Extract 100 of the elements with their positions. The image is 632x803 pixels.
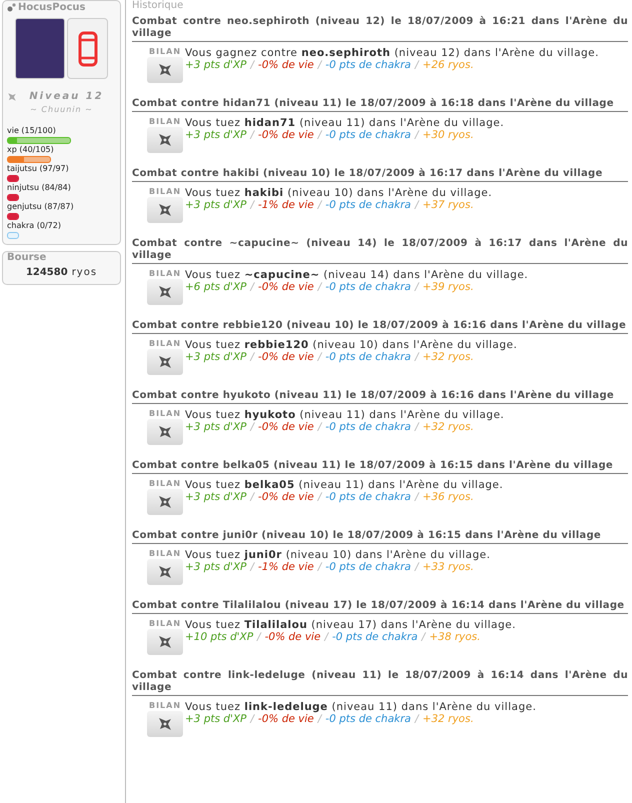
stat-label: taijutsu (97/97) (7, 164, 69, 174)
separator-slash: / (318, 713, 322, 725)
separator-slash: / (318, 129, 322, 141)
combat-heading: Combat contre hyukoto (niveau 11) le 18/07/2009 à 16:16 dans l'Arène du village (132, 390, 628, 404)
ryos-gain: +32 ryos. (422, 421, 474, 433)
separator-slash: / (422, 631, 426, 643)
chakra-change: -0 pts de chakra (325, 713, 411, 725)
ryos-gain: +39 ryos. (422, 281, 474, 293)
xp-gain: +3 pts d'XP (185, 199, 246, 211)
shuriken-icon (157, 494, 173, 510)
bilan-label: BILAN (148, 47, 182, 57)
ryos-gain: +32 ryos. (422, 713, 474, 725)
chakra-change: -0 pts de chakra (325, 199, 411, 211)
separator-slash: / (250, 199, 254, 211)
combat-result: Vous gagnez contre neo.sephiroth (niveau 12) dans l'Arène du village. (185, 47, 599, 59)
level-text: Niveau 12 (28, 90, 105, 104)
separator-slash: / (318, 59, 322, 71)
shuriken-icon (157, 564, 173, 580)
combat-heading: Combat contre neo.sephiroth (niveau 12) le 18/07/2009 à 16:21 dans l'Arène du village (132, 16, 628, 42)
stat-label: chakra (0/72) (7, 221, 61, 231)
combat-heading: Combat contre rebbie120 (niveau 10) le 18/07/2009 à 16:16 dans l'Arène du village (132, 320, 628, 334)
separator-slash: / (414, 59, 419, 71)
separator-slash: / (250, 713, 254, 725)
bourse-title: Bourse (7, 251, 48, 265)
xp-gain: +10 pts d'XP (185, 631, 254, 643)
ryos-gain: +30 ryos. (422, 129, 474, 141)
separator-slash: / (250, 421, 254, 433)
rank-text: ~ Chuunin ~ (29, 104, 94, 116)
shuriken-icon (157, 424, 173, 440)
xp-gain: +6 pts d'XP (185, 281, 246, 293)
separator-slash: / (250, 561, 254, 573)
combat-heading: Combat contre belka05 (niveau 11) le 18/07/2009 à 16:15 dans l'Arène du village (132, 460, 628, 474)
bilan-label: BILAN (148, 409, 182, 419)
bilan-label: BILAN (148, 619, 182, 629)
ryos-gain: +32 ryos. (422, 351, 474, 363)
ryos-amount: 124580 (26, 266, 68, 280)
xp-gain: +3 pts d'XP (185, 351, 246, 363)
combat-heading: Combat contre ~capucine~ (niveau 14) le 18/07/2009 à 16:17 dans l'Arène du village (132, 238, 628, 264)
ryos-gain: +26 ryos. (422, 59, 474, 71)
shuriken-icon (157, 132, 173, 148)
separator-slash: / (414, 351, 419, 363)
separator-slash: / (318, 421, 322, 433)
health-change: -0% de vie (258, 351, 314, 363)
separator-slash: / (324, 631, 328, 643)
bilan-label: BILAN (148, 339, 182, 349)
ryos-gain: +38 ryos. (429, 631, 480, 643)
separator-slash: / (414, 713, 419, 725)
separator-slash: / (414, 421, 419, 433)
health-change: -1% de vie (258, 561, 314, 573)
bilan-label: BILAN (148, 117, 182, 127)
separator-slash: / (250, 491, 254, 503)
chakra-change: -0 pts de chakra (325, 129, 411, 141)
xp-gain: +3 pts d'XP (185, 421, 246, 433)
bilan-label: BILAN (148, 269, 182, 279)
separator-slash: / (414, 281, 419, 293)
shuriken-icon (157, 62, 173, 78)
health-change: -0% de vie (258, 421, 314, 433)
history-title: Historique (132, 0, 184, 11)
username: HocusPocus (18, 1, 86, 15)
ryos-unit: ryos (72, 266, 98, 280)
health-change: -0% de vie (258, 713, 314, 725)
bilan-label: BILAN (148, 187, 182, 197)
ryos-gain: +36 ryos. (422, 491, 474, 503)
health-change: -0% de vie (258, 129, 314, 141)
stat-label: xp (40/105) (7, 145, 54, 155)
chakra-change: -0 pts de chakra (332, 631, 418, 643)
separator-slash: / (250, 351, 254, 363)
separator-slash: / (414, 491, 419, 503)
separator-slash: / (318, 351, 322, 363)
combat-heading: Combat contre hidan71 (niveau 11) le 18/07/2009 à 16:18 dans l'Arène du village (132, 98, 628, 112)
stat-label: vie (15/100) (7, 126, 56, 136)
stat-label: ninjutsu (84/84) (7, 183, 71, 193)
health-change: -0% de vie (264, 631, 321, 643)
shuriken-icon (157, 284, 173, 300)
combat-result: Vous tuez link-ledeluge (niveau 11) dans l'Arène du village. (185, 701, 536, 713)
scroll-icon (78, 30, 98, 66)
xp-gain: +3 pts d'XP (185, 561, 246, 573)
combat-result: Vous tuez hidan71 (niveau 11) dans l'Arène du village. (185, 117, 504, 129)
combat-result: Vous tuez hakibi (niveau 10) dans l'Arène du village. (185, 187, 492, 199)
bilan-label: BILAN (148, 479, 182, 489)
shuriken-icon (157, 354, 173, 370)
xp-gain: +3 pts d'XP (185, 59, 246, 71)
separator-slash: / (318, 561, 322, 573)
health-change: -0% de vie (258, 59, 314, 71)
combat-result: Vous tuez belka05 (niveau 11) dans l'Arène du village. (185, 479, 504, 491)
separator-slash: / (318, 281, 322, 293)
chakra-change: -0 pts de chakra (325, 351, 411, 363)
separator-slash: / (318, 199, 322, 211)
combat-result: Vous tuez juni0r (niveau 10) dans l'Arène du village. (185, 549, 490, 561)
combat-heading: Combat contre hakibi (niveau 10) le 18/07/2009 à 16:17 dans l'Arène du village (132, 168, 628, 182)
combat-heading: Combat contre juni0r (niveau 10) le 18/07/2009 à 16:15 dans l'Arène du village (132, 530, 628, 544)
separator-slash: / (414, 561, 419, 573)
combat-result: Vous tuez ~capucine~ (niveau 14) dans l'Arène du village. (185, 269, 528, 281)
separator-slash: / (414, 129, 419, 141)
shuriken-icon (157, 202, 173, 218)
ryos-gain: +37 ryos. (422, 199, 474, 211)
bilan-label: BILAN (148, 701, 182, 711)
ryos-gain: +33 ryos. (422, 561, 474, 573)
chakra-change: -0 pts de chakra (325, 421, 411, 433)
chakra-change: -0 pts de chakra (325, 561, 411, 573)
